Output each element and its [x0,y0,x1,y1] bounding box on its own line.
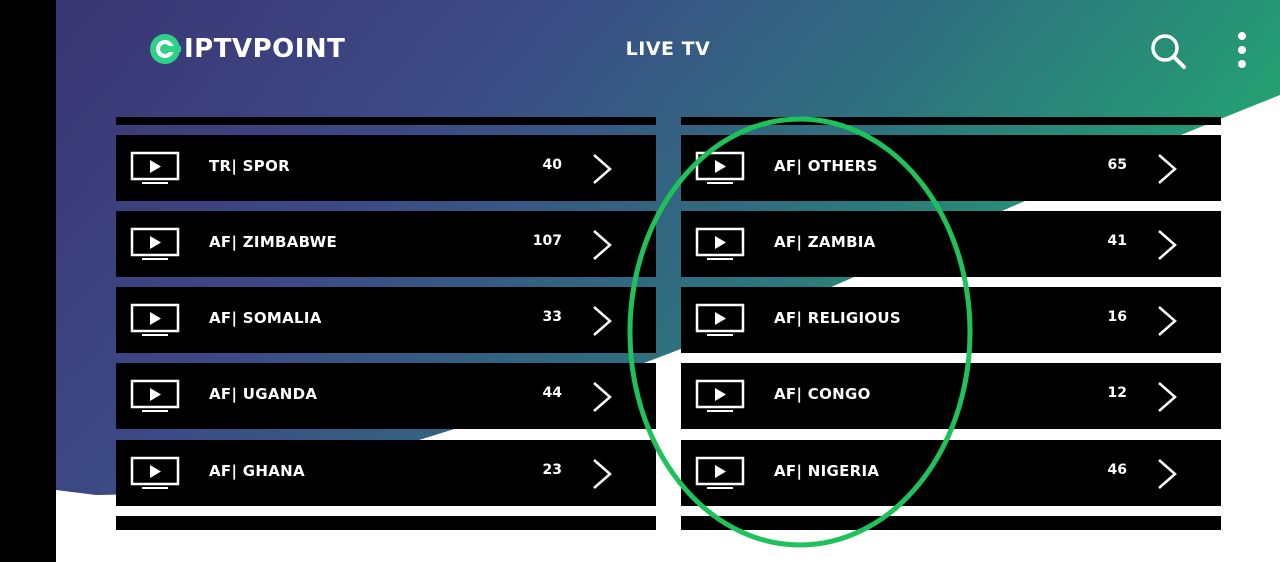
tv-play-icon [130,303,180,336]
left-edge-bar [0,0,56,562]
search-button[interactable] [1146,30,1190,72]
category-name: AF| ZAMBIA [774,233,876,251]
app-header: IPTVPOINT LIVE TV [56,0,1280,100]
tv-play-icon [130,151,180,184]
category-row[interactable]: AF| NIGERIA 46 [681,440,1221,506]
category-row[interactable]: AF| CONGO 12 [681,363,1221,429]
chevron-right-icon [1158,230,1177,260]
category-row[interactable]: AF| ZAMBIA 41 [681,211,1221,277]
tv-play-icon [695,379,745,412]
category-row[interactable]: AF| UGANDA 44 [116,363,656,429]
channel-count: 65 [1107,157,1127,173]
category-row[interactable]: AF| OTHERS 65 [681,135,1221,201]
chevron-right-icon [593,382,612,412]
tv-play-icon [695,303,745,336]
category-name: AF| ZIMBABWE [209,233,337,251]
category-name: AF| OTHERS [774,157,878,175]
search-icon [1151,34,1186,69]
chevron-right-icon [593,154,612,184]
channel-count: 41 [1107,233,1127,249]
list-top-divider [116,117,656,125]
list-bottom-divider [681,516,1221,530]
category-name: TR| SPOR [209,157,290,175]
channel-count: 12 [1107,385,1127,401]
chevron-right-icon [1158,154,1177,184]
category-name: AF| GHANA [209,462,305,480]
category-row[interactable]: AF| GHANA 23 [116,440,656,506]
category-list-right: AF| OTHERS 65 AF| ZAMBIA 41 AF| RELIGIOU… [681,117,1221,530]
category-row[interactable]: TR| SPOR 40 [116,135,656,201]
category-name: AF| CONGO [774,385,871,403]
channel-count: 16 [1107,309,1127,325]
more-vertical-icon [1238,32,1246,68]
channel-count: 46 [1107,462,1127,478]
channel-count: 33 [542,309,562,325]
channel-count: 44 [542,385,562,401]
category-list-left: TR| SPOR 40 AF| ZIMBABWE 107 AF| SOMALIA… [116,117,656,530]
chevron-right-icon [1158,382,1177,412]
category-name: AF| SOMALIA [209,309,322,327]
page-title: LIVE TV [625,38,711,60]
chevron-right-icon [593,230,612,260]
category-row[interactable]: AF| ZIMBABWE 107 [116,211,656,277]
tv-play-icon [695,227,745,260]
channel-count: 23 [542,462,562,478]
channel-count: 107 [532,233,562,249]
tv-play-icon [695,456,745,489]
chevron-right-icon [1158,306,1177,336]
more-options-button[interactable] [1228,30,1256,72]
channel-count: 40 [542,157,562,173]
chevron-right-icon [1158,459,1177,489]
category-row[interactable]: AF| SOMALIA 33 [116,287,656,353]
category-name: AF| RELIGIOUS [774,309,902,327]
tv-play-icon [130,456,180,489]
category-name: AF| UGANDA [209,385,318,403]
category-row[interactable]: AF| RELIGIOUS 16 [681,287,1221,353]
chevron-right-icon [593,306,612,336]
category-name: AF| NIGERIA [774,462,880,480]
chevron-right-icon [593,459,612,489]
tv-play-icon [130,379,180,412]
tv-play-icon [130,227,180,260]
list-bottom-divider [116,516,656,530]
tv-play-icon [695,151,745,184]
list-top-divider [681,117,1221,125]
